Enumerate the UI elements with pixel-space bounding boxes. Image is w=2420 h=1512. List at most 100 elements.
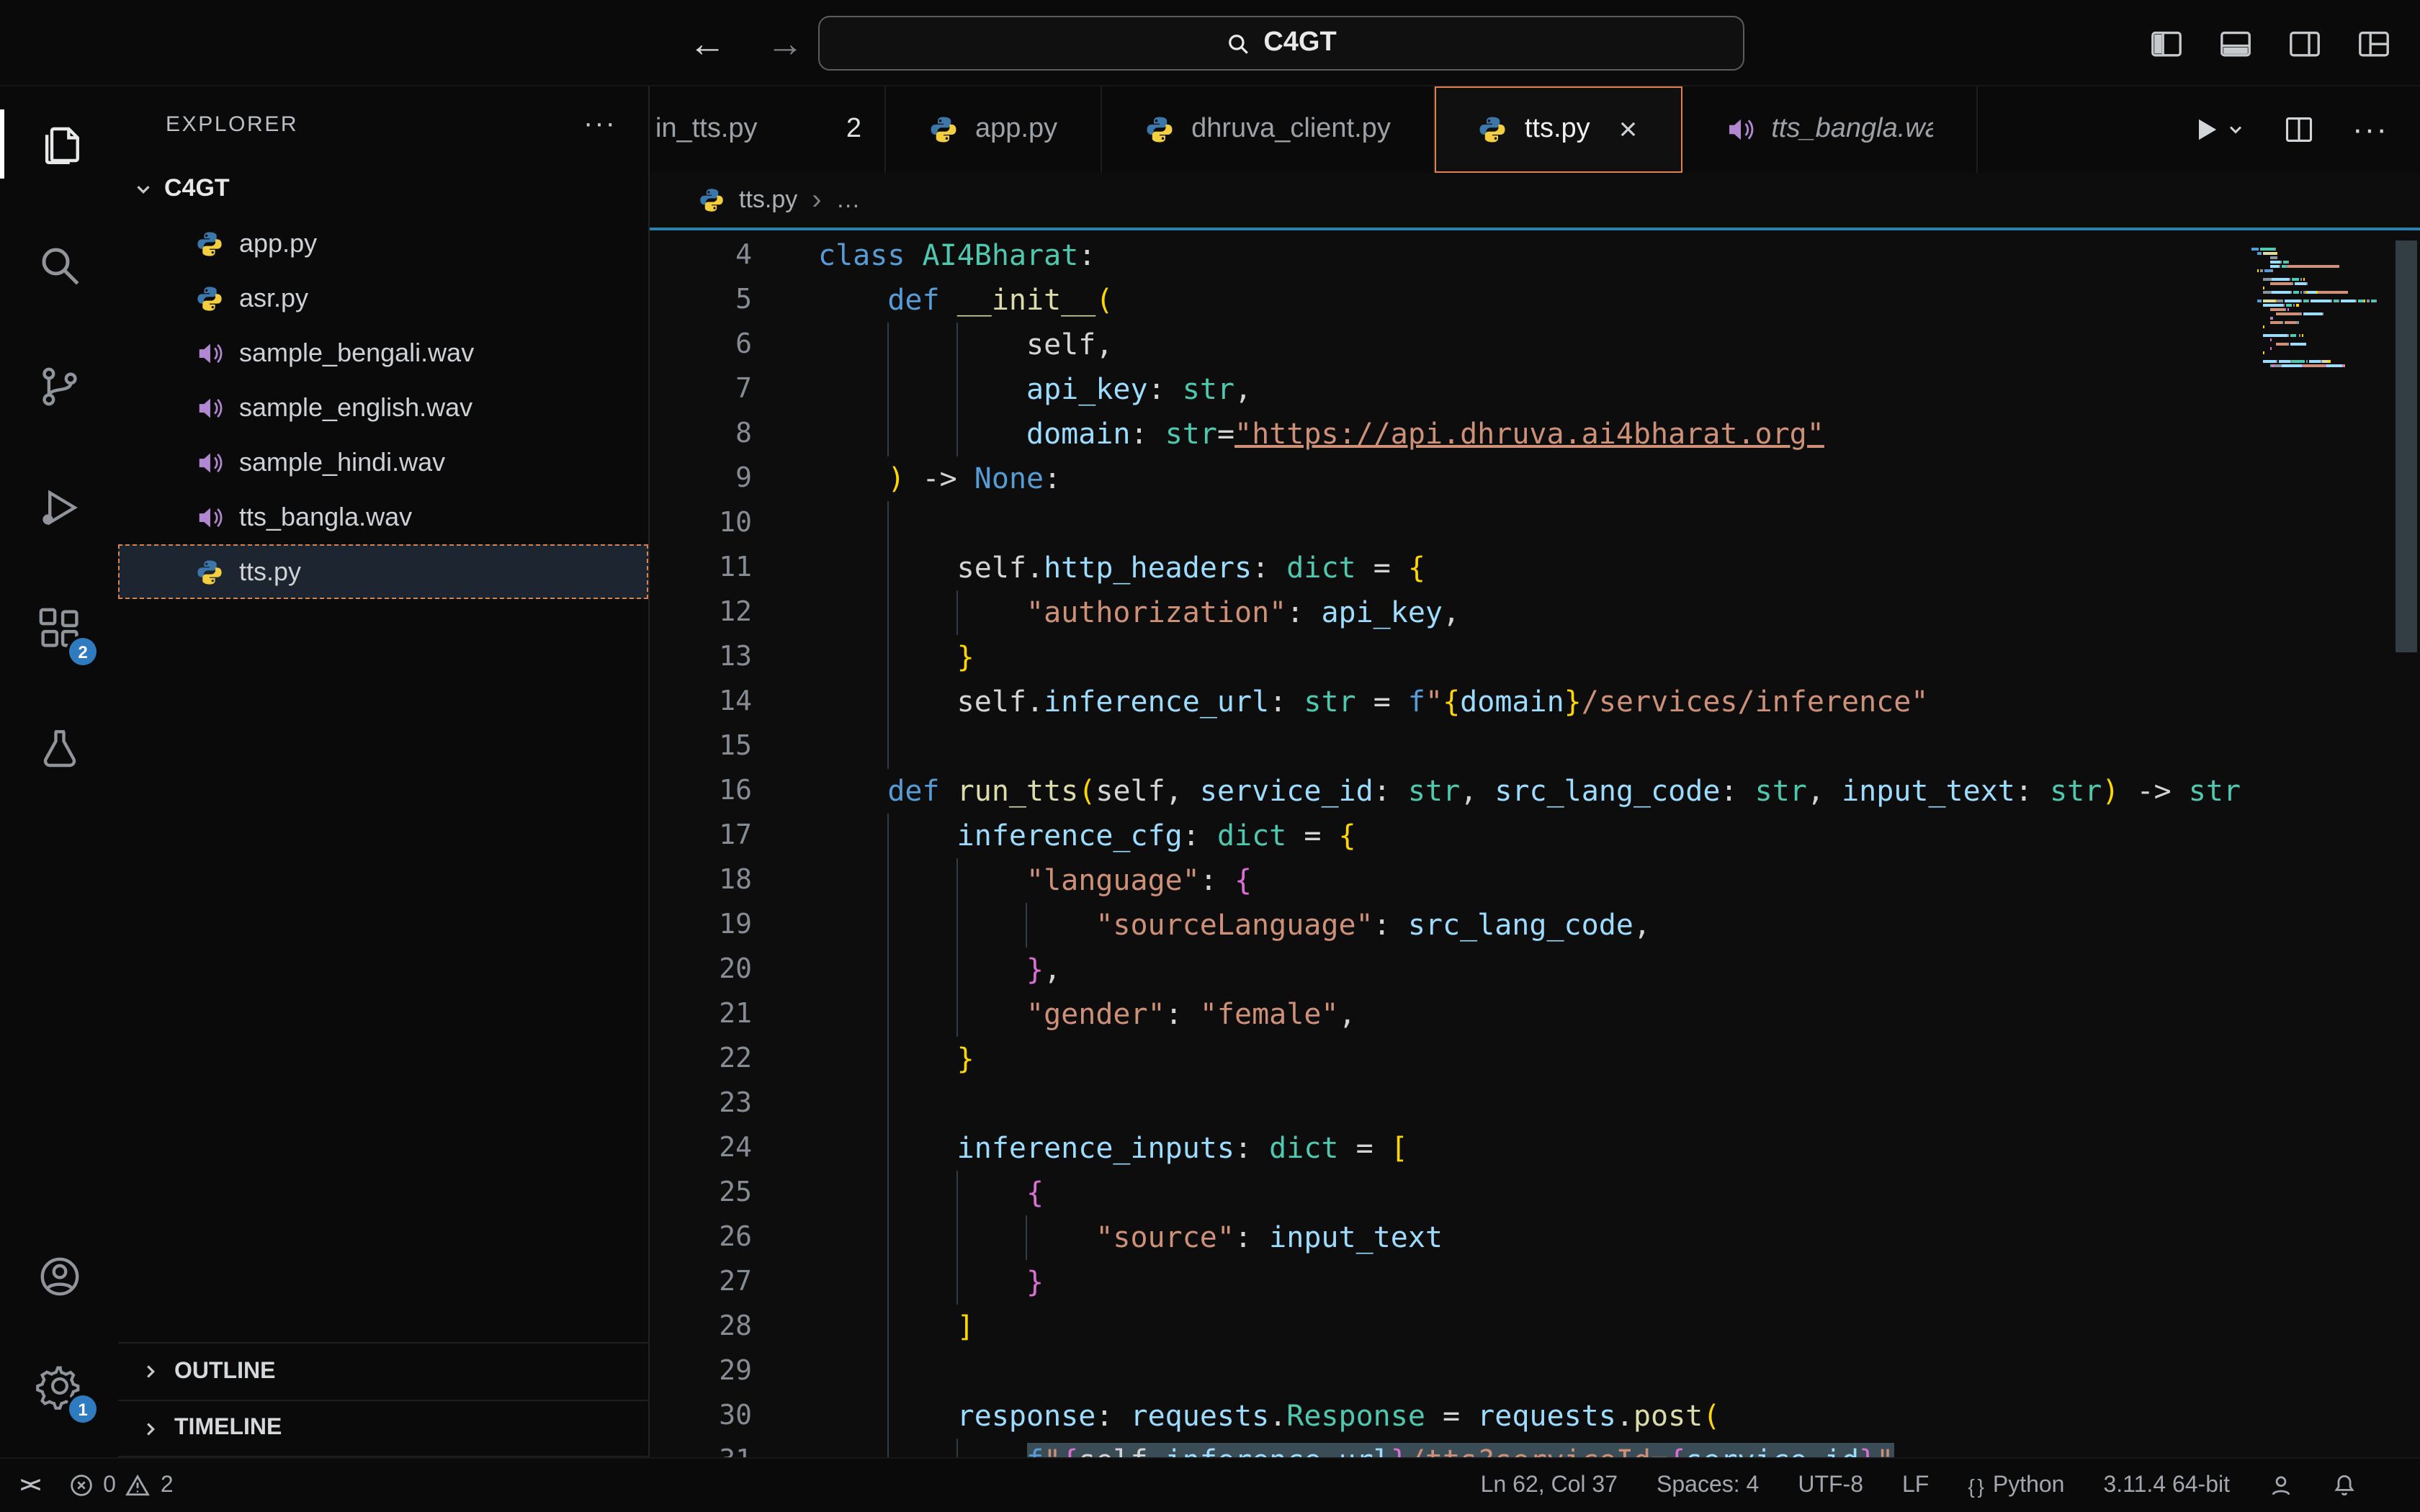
code-line-27[interactable]: 27 }: [650, 1260, 2246, 1305]
code-line-13[interactable]: 13 }: [650, 635, 2246, 680]
remote-indicator[interactable]: ><: [20, 1473, 41, 1498]
tab-app.py[interactable]: app.py: [886, 86, 1103, 173]
code-line-19[interactable]: 19 "sourceLanguage": src_lang_code,: [650, 903, 2246, 948]
minimap[interactable]: [2246, 233, 2393, 1457]
settings-gear-icon[interactable]: 1: [24, 1351, 97, 1423]
line-number[interactable]: 19: [650, 903, 818, 948]
line-number[interactable]: 10: [650, 501, 818, 546]
line-number[interactable]: 25: [650, 1171, 818, 1215]
toggle-sidebar-icon[interactable]: [2149, 26, 2184, 60]
code-line-12[interactable]: 12 "authorization": api_key,: [650, 590, 2246, 635]
line-number[interactable]: 7: [650, 367, 818, 412]
nav-back-button[interactable]: ←: [689, 21, 726, 66]
testing-icon[interactable]: [24, 714, 94, 783]
file-row-tts_bangla.wav[interactable]: tts_bangla.wav: [118, 490, 648, 544]
problems-status[interactable]: 0 2: [68, 1472, 174, 1498]
status-indentation[interactable]: Spaces: 4: [1657, 1472, 1759, 1498]
file-row-asr.py[interactable]: asr.py: [118, 271, 648, 325]
file-row-tts.py[interactable]: tts.py: [118, 544, 648, 599]
file-row-sample_english.wav[interactable]: sample_english.wav: [118, 380, 648, 435]
code-line-31[interactable]: 31 f"{self.inference_url}/tts?serviceId=…: [650, 1439, 2246, 1457]
status-cursor-position[interactable]: Ln 62, Col 37: [1481, 1472, 1618, 1498]
code-line-15[interactable]: 15: [650, 724, 2246, 769]
tab-in_tts.py[interactable]: in_tts.py 2: [650, 86, 886, 173]
code-line-24[interactable]: 24 inference_inputs: dict = [: [650, 1126, 2246, 1171]
extensions-icon[interactable]: 2: [24, 593, 97, 665]
source-control-icon[interactable]: [24, 351, 94, 420]
code-line-8[interactable]: 8 domain: str="https://api.dhruva.ai4bha…: [650, 412, 2246, 456]
code-line-26[interactable]: 26 "source": input_text: [650, 1215, 2246, 1260]
tab-tts_bangla.wav[interactable]: tts_bangla.wav: [1682, 86, 1978, 173]
line-number[interactable]: 13: [650, 635, 818, 680]
line-number[interactable]: 26: [650, 1215, 818, 1260]
code-viewport[interactable]: 4 class AI4Bharat: 5 def __init__(6 self, 7…: [650, 230, 2420, 1457]
command-center-search[interactable]: C4GT: [818, 16, 1744, 71]
status-encoding[interactable]: UTF-8: [1798, 1472, 1863, 1498]
line-number[interactable]: 9: [650, 456, 818, 501]
line-number[interactable]: 18: [650, 858, 818, 903]
breadcrumb-file[interactable]: tts.py: [739, 186, 797, 215]
line-number[interactable]: 14: [650, 680, 818, 724]
file-row-app.py[interactable]: app.py: [118, 216, 648, 271]
code-line-30[interactable]: 30 response: requests.Response = request…: [650, 1394, 2246, 1439]
views-more-actions-icon[interactable]: ···: [583, 107, 617, 140]
line-number[interactable]: 6: [650, 323, 818, 367]
line-number[interactable]: 15: [650, 724, 818, 769]
timeline-section[interactable]: TIMELINE: [118, 1400, 648, 1457]
code-line-7[interactable]: 7 api_key: str,: [650, 367, 2246, 412]
code-line-22[interactable]: 22 }: [650, 1037, 2246, 1081]
close-icon[interactable]: ×: [1619, 113, 1638, 145]
status-notifications[interactable]: [2332, 1473, 2357, 1498]
toggle-panel-icon[interactable]: [2218, 26, 2253, 60]
explorer-icon[interactable]: [24, 109, 94, 179]
code-line-6[interactable]: 6 self,: [650, 323, 2246, 367]
code-line-9[interactable]: 9 ) -> None:: [650, 456, 2246, 501]
code-line-17[interactable]: 17 inference_cfg: dict = {: [650, 814, 2246, 858]
status-python-interpreter[interactable]: 3.11.4 64-bit: [2103, 1472, 2230, 1498]
status-feedback[interactable]: [2269, 1473, 2293, 1498]
code-line-21[interactable]: 21 "gender": "female",: [650, 992, 2246, 1037]
line-number[interactable]: 17: [650, 814, 818, 858]
line-number[interactable]: 30: [650, 1394, 818, 1439]
tab-dhruva_client.py[interactable]: dhruva_client.py: [1102, 86, 1435, 173]
line-number[interactable]: 27: [650, 1260, 818, 1305]
line-number[interactable]: 21: [650, 992, 818, 1037]
code-line-11[interactable]: 11 self.http_headers: dict = {: [650, 546, 2246, 590]
line-number[interactable]: 23: [650, 1081, 818, 1126]
line-number[interactable]: 4: [650, 233, 818, 278]
run-python-file-button[interactable]: [2191, 114, 2246, 145]
run-debug-icon[interactable]: [24, 472, 94, 541]
customize-layout-icon[interactable]: [2357, 26, 2391, 60]
code-line-25[interactable]: 25 {: [650, 1171, 2246, 1215]
code-line-28[interactable]: 28 ]: [650, 1305, 2246, 1349]
line-number[interactable]: 22: [650, 1037, 818, 1081]
tab-tts.py[interactable]: tts.py ×: [1435, 86, 1682, 173]
editor-scrollbar[interactable]: [2393, 233, 2420, 1457]
status-language-mode[interactable]: { } Python: [1968, 1472, 2064, 1498]
code-line-29[interactable]: 29: [650, 1349, 2246, 1394]
split-editor-icon[interactable]: [2283, 114, 2315, 145]
line-number[interactable]: 5: [650, 278, 818, 323]
line-number[interactable]: 29: [650, 1349, 818, 1394]
file-row-sample_hindi.wav[interactable]: sample_hindi.wav: [118, 435, 648, 490]
code-line-14[interactable]: 14 self.inference_url: str = f"{domain}/…: [650, 680, 2246, 724]
breadcrumb-symbol[interactable]: …: [836, 186, 861, 215]
code-line-16[interactable]: 16 def run_tts(self, service_id: str, sr…: [650, 769, 2246, 814]
search-view-icon[interactable]: [24, 230, 94, 300]
code-line-23[interactable]: 23: [650, 1081, 2246, 1126]
status-eol[interactable]: LF: [1902, 1472, 1929, 1498]
code-line-18[interactable]: 18 "language": {: [650, 858, 2246, 903]
line-number[interactable]: 12: [650, 590, 818, 635]
line-number[interactable]: 28: [650, 1305, 818, 1349]
code-line-20[interactable]: 20 },: [650, 948, 2246, 992]
line-number[interactable]: 16: [650, 769, 818, 814]
file-row-sample_bengali.wav[interactable]: sample_bengali.wav: [118, 325, 648, 380]
line-number[interactable]: 20: [650, 948, 818, 992]
toggle-secondary-sidebar-icon[interactable]: [2287, 26, 2322, 60]
line-number[interactable]: 11: [650, 546, 818, 590]
code-line-10[interactable]: 10: [650, 501, 2246, 546]
code-line-5[interactable]: 5 def __init__(: [650, 278, 2246, 323]
code-line-4[interactable]: 4 class AI4Bharat:: [650, 233, 2246, 278]
line-number[interactable]: 24: [650, 1126, 818, 1171]
line-number[interactable]: 8: [650, 412, 818, 456]
